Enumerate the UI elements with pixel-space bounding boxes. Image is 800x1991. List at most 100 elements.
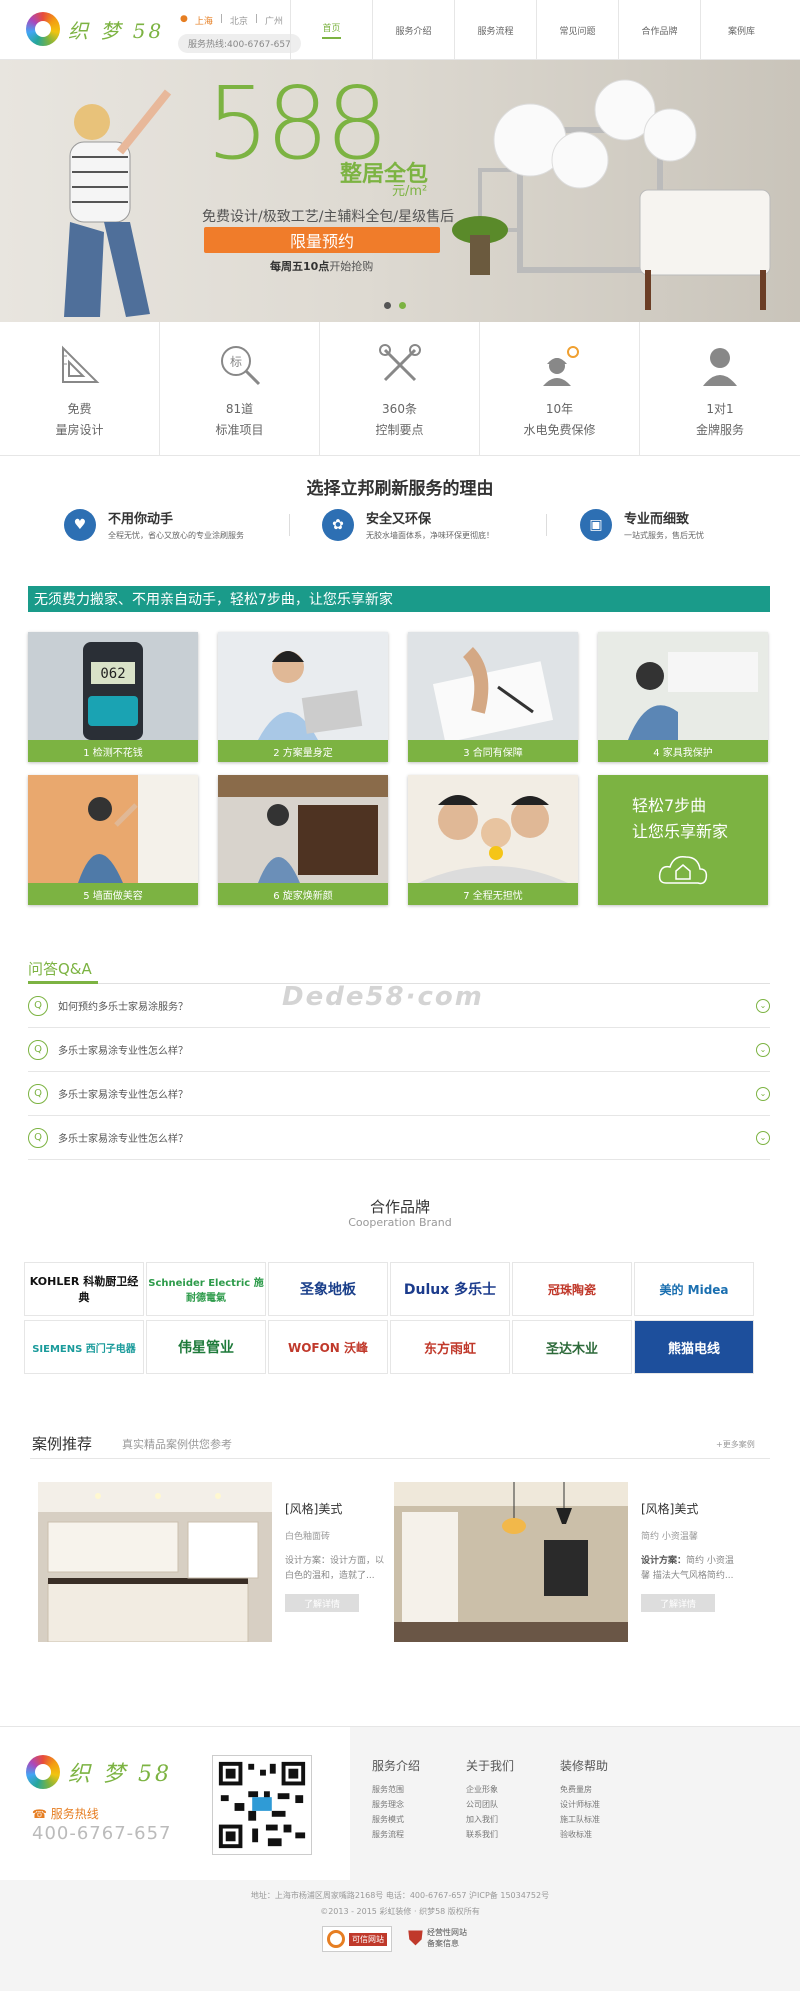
site-header: 织 梦 58 ● 上海 | 北京 | 广州 服务热线:400-6767-657 … [0,0,800,60]
footer-link[interactable]: 联系我们 [466,1827,514,1842]
qa-item[interactable]: Q 如何预约多乐士家易涂服务？ ⌄ [28,984,770,1028]
main-nav: 首页 服务介绍 服务流程 常见问题 合作品牌 案例库 [290,0,782,60]
city-shanghai[interactable]: 上海 [195,14,213,27]
leaf-drop-icon: ✿ [322,508,354,541]
brand-logo-siemens[interactable]: SIEMENS 西门子电器 [24,1320,144,1374]
nav-brands[interactable]: 合作品牌 [618,0,700,60]
nav-faq[interactable]: 常见问题 [536,0,618,60]
q-badge-icon: Q [28,995,48,1016]
city-guangzhou[interactable]: 广州 [265,14,283,27]
svg-text:标: 标 [229,355,241,369]
brand-logo-guanzhu[interactable]: 冠珠陶瓷 [512,1262,632,1316]
footer-column: 关于我们 企业形象 公司团队 加入我们 联系我们 [466,1757,514,1842]
logo[interactable]: 织 梦 58 [26,12,164,46]
reason-item: ▣ 专业而细致 一站式服务，售后无忧 [580,508,704,541]
footer-link[interactable]: 设计师标准 [560,1797,608,1812]
brand-logo-wofon[interactable]: WOFON 沃峰 [268,1320,388,1374]
more-cases-link[interactable]: +更多案例 [716,1439,755,1450]
brand-logo-schneider[interactable]: Schneider Electric 施耐德電氣 [146,1262,266,1316]
case-photo-kitchen[interactable] [38,1482,272,1642]
logo-text: 织 梦 58 [68,18,165,43]
reserve-button[interactable]: 限量预约 [204,227,440,253]
footer-link[interactable]: 施工队标准 [560,1812,608,1827]
step-card[interactable]: 7 全程无担忧 [408,775,578,905]
step-card[interactable]: 6 旋家焕新颜 [218,775,388,905]
service-agent-icon [703,348,737,386]
qa-item[interactable]: Q 多乐士家易涂专业性怎么样？ ⌄ [28,1072,770,1116]
renovation-photo [218,775,388,883]
qa-item[interactable]: Q 多乐士家易涂专业性怎么样？ ⌄ [28,1116,770,1160]
brand-logo-panda[interactable]: 熊猫电线 [634,1320,754,1374]
brand-logo-kohler[interactable]: KOHLER 科勒厨卫经典 [24,1262,144,1316]
set-square-icon [61,345,99,383]
case-detail-button[interactable]: 了解详情 [285,1594,359,1612]
footer-link[interactable]: 服务理念 [372,1797,420,1812]
step-card[interactable]: 2 方案量身定 [218,632,388,762]
case-info: [风格]美式 简约 小资温馨 设计方案：简约 小资温馨 描法大气风格简约... … [641,1500,741,1612]
tools-icon [378,344,421,382]
location-pin-icon: ● [180,14,188,24]
step-card-summary: 轻松7步曲 让您乐享新家 [598,775,768,905]
nav-process[interactable]: 服务流程 [454,0,536,60]
brand-logo-shengda[interactable]: 圣达木业 [512,1320,632,1374]
trusted-site-badge[interactable]: 可信网站 [322,1926,392,1952]
city-beijing[interactable]: 北京 [230,14,248,27]
qa-title: 问答Q&A [28,960,92,978]
divider [546,514,547,536]
qa-item[interactable]: Q 多乐士家易涂专业性怎么样？ ⌄ [28,1028,770,1072]
step-card[interactable]: 062 1 检测不花钱 [28,632,198,762]
footer-link[interactable]: 公司团队 [466,1797,514,1812]
footer-logo[interactable]: 织 梦 58 [26,1755,172,1789]
header-hotline: 服务热线:400-6767-657 [178,34,301,53]
cases-subtitle: 真实精品案例供您参考 [122,1438,232,1451]
brand-logo-shengxiang[interactable]: 圣象地板 [268,1262,388,1316]
carousel-dot-2[interactable] [399,302,406,309]
step-card[interactable]: 3 合同有保障 [408,632,578,762]
footer-hotline-label: ☎ 服务热线 [32,1807,99,1821]
business-site-badge[interactable]: ⛊ 经营性网站 备案信息 [408,1926,467,1950]
footer-link[interactable]: 服务范围 [372,1782,420,1797]
q-badge-icon: Q [28,1083,48,1104]
nav-home[interactable]: 首页 [290,0,372,60]
heart-icon: ♥ [64,508,96,541]
footer-link[interactable]: 服务模式 [372,1812,420,1827]
shield-icon: ⛊ [408,1926,423,1950]
case-photo-living[interactable] [394,1482,628,1642]
divider [30,1458,770,1459]
nav-cases[interactable]: 案例库 [700,0,782,60]
brands-subtitle: Cooperation Brand [348,1216,452,1229]
hero-banner[interactable]: 588 整居全包 元/m² 免费设计/极致工艺/主辅料全包/星级售后 限量预约 … [0,60,800,322]
chevron-down-icon[interactable]: ⌄ [756,998,770,1013]
consultant-photo [218,632,388,740]
footer-logo-text: 织 梦 58 [68,1762,172,1787]
brand-logo-weixing[interactable]: 伟星管业 [146,1320,266,1374]
case-detail-button[interactable]: 了解详情 [641,1594,715,1612]
flower-logo-icon [26,12,60,46]
footer-link[interactable]: 企业形象 [466,1782,514,1797]
footer-address: 地址：上海市杨浦区周家嘴路2168号 电话：400-6767-657 沪ICP备… [250,1891,550,1900]
cases-title: 案例推荐 [32,1435,93,1453]
carousel-dot-1[interactable] [384,302,391,309]
brand-logo-dulux[interactable]: Dulux 多乐士 [390,1262,510,1316]
nav-services[interactable]: 服务介绍 [372,0,454,60]
footer-link[interactable]: 加入我们 [466,1812,514,1827]
site-footer: 织 梦 58 ☎ 服务热线 400-6767-657 服务介绍 服务范围 服务理… [0,1726,800,1991]
chevron-down-icon[interactable]: ⌄ [756,1130,770,1145]
footer-link[interactable]: 免费量房 [560,1782,608,1797]
footer-copyright: ©2013 - 2015 彩虹装修 · 织梦58 版权所有 [320,1907,480,1916]
happy-family-photo [408,775,578,883]
brands-title: 合作品牌 [369,1198,430,1216]
brand-logo-midea[interactable]: 美的 Midea [634,1262,754,1316]
reason-item: ✿ 安全又环保 无胶水墙面体系，净味环保更彻底！ [322,508,494,541]
chevron-down-icon[interactable]: ⌄ [756,1086,770,1101]
feature-item: 1对1 金牌服务 [640,322,800,456]
step-card[interactable]: 4 家具我保护 [598,632,768,762]
brand-logo-yuhong[interactable]: 东方雨虹 [390,1320,510,1374]
city-switcher: ● 上海 | 北京 | 广州 [180,14,283,27]
step-card[interactable]: 5 墙面做美容 [28,775,198,905]
footer-link[interactable]: 服务流程 [372,1827,420,1842]
chevron-down-icon[interactable]: ⌄ [756,1042,770,1057]
footer-link[interactable]: 验收标准 [560,1827,608,1842]
steps-banner: 无须费力搬家、不用亲自动手，轻松7步曲，让您乐享新家 [28,586,770,612]
footer-hotline-number: 400-6767-657 [32,1823,172,1844]
